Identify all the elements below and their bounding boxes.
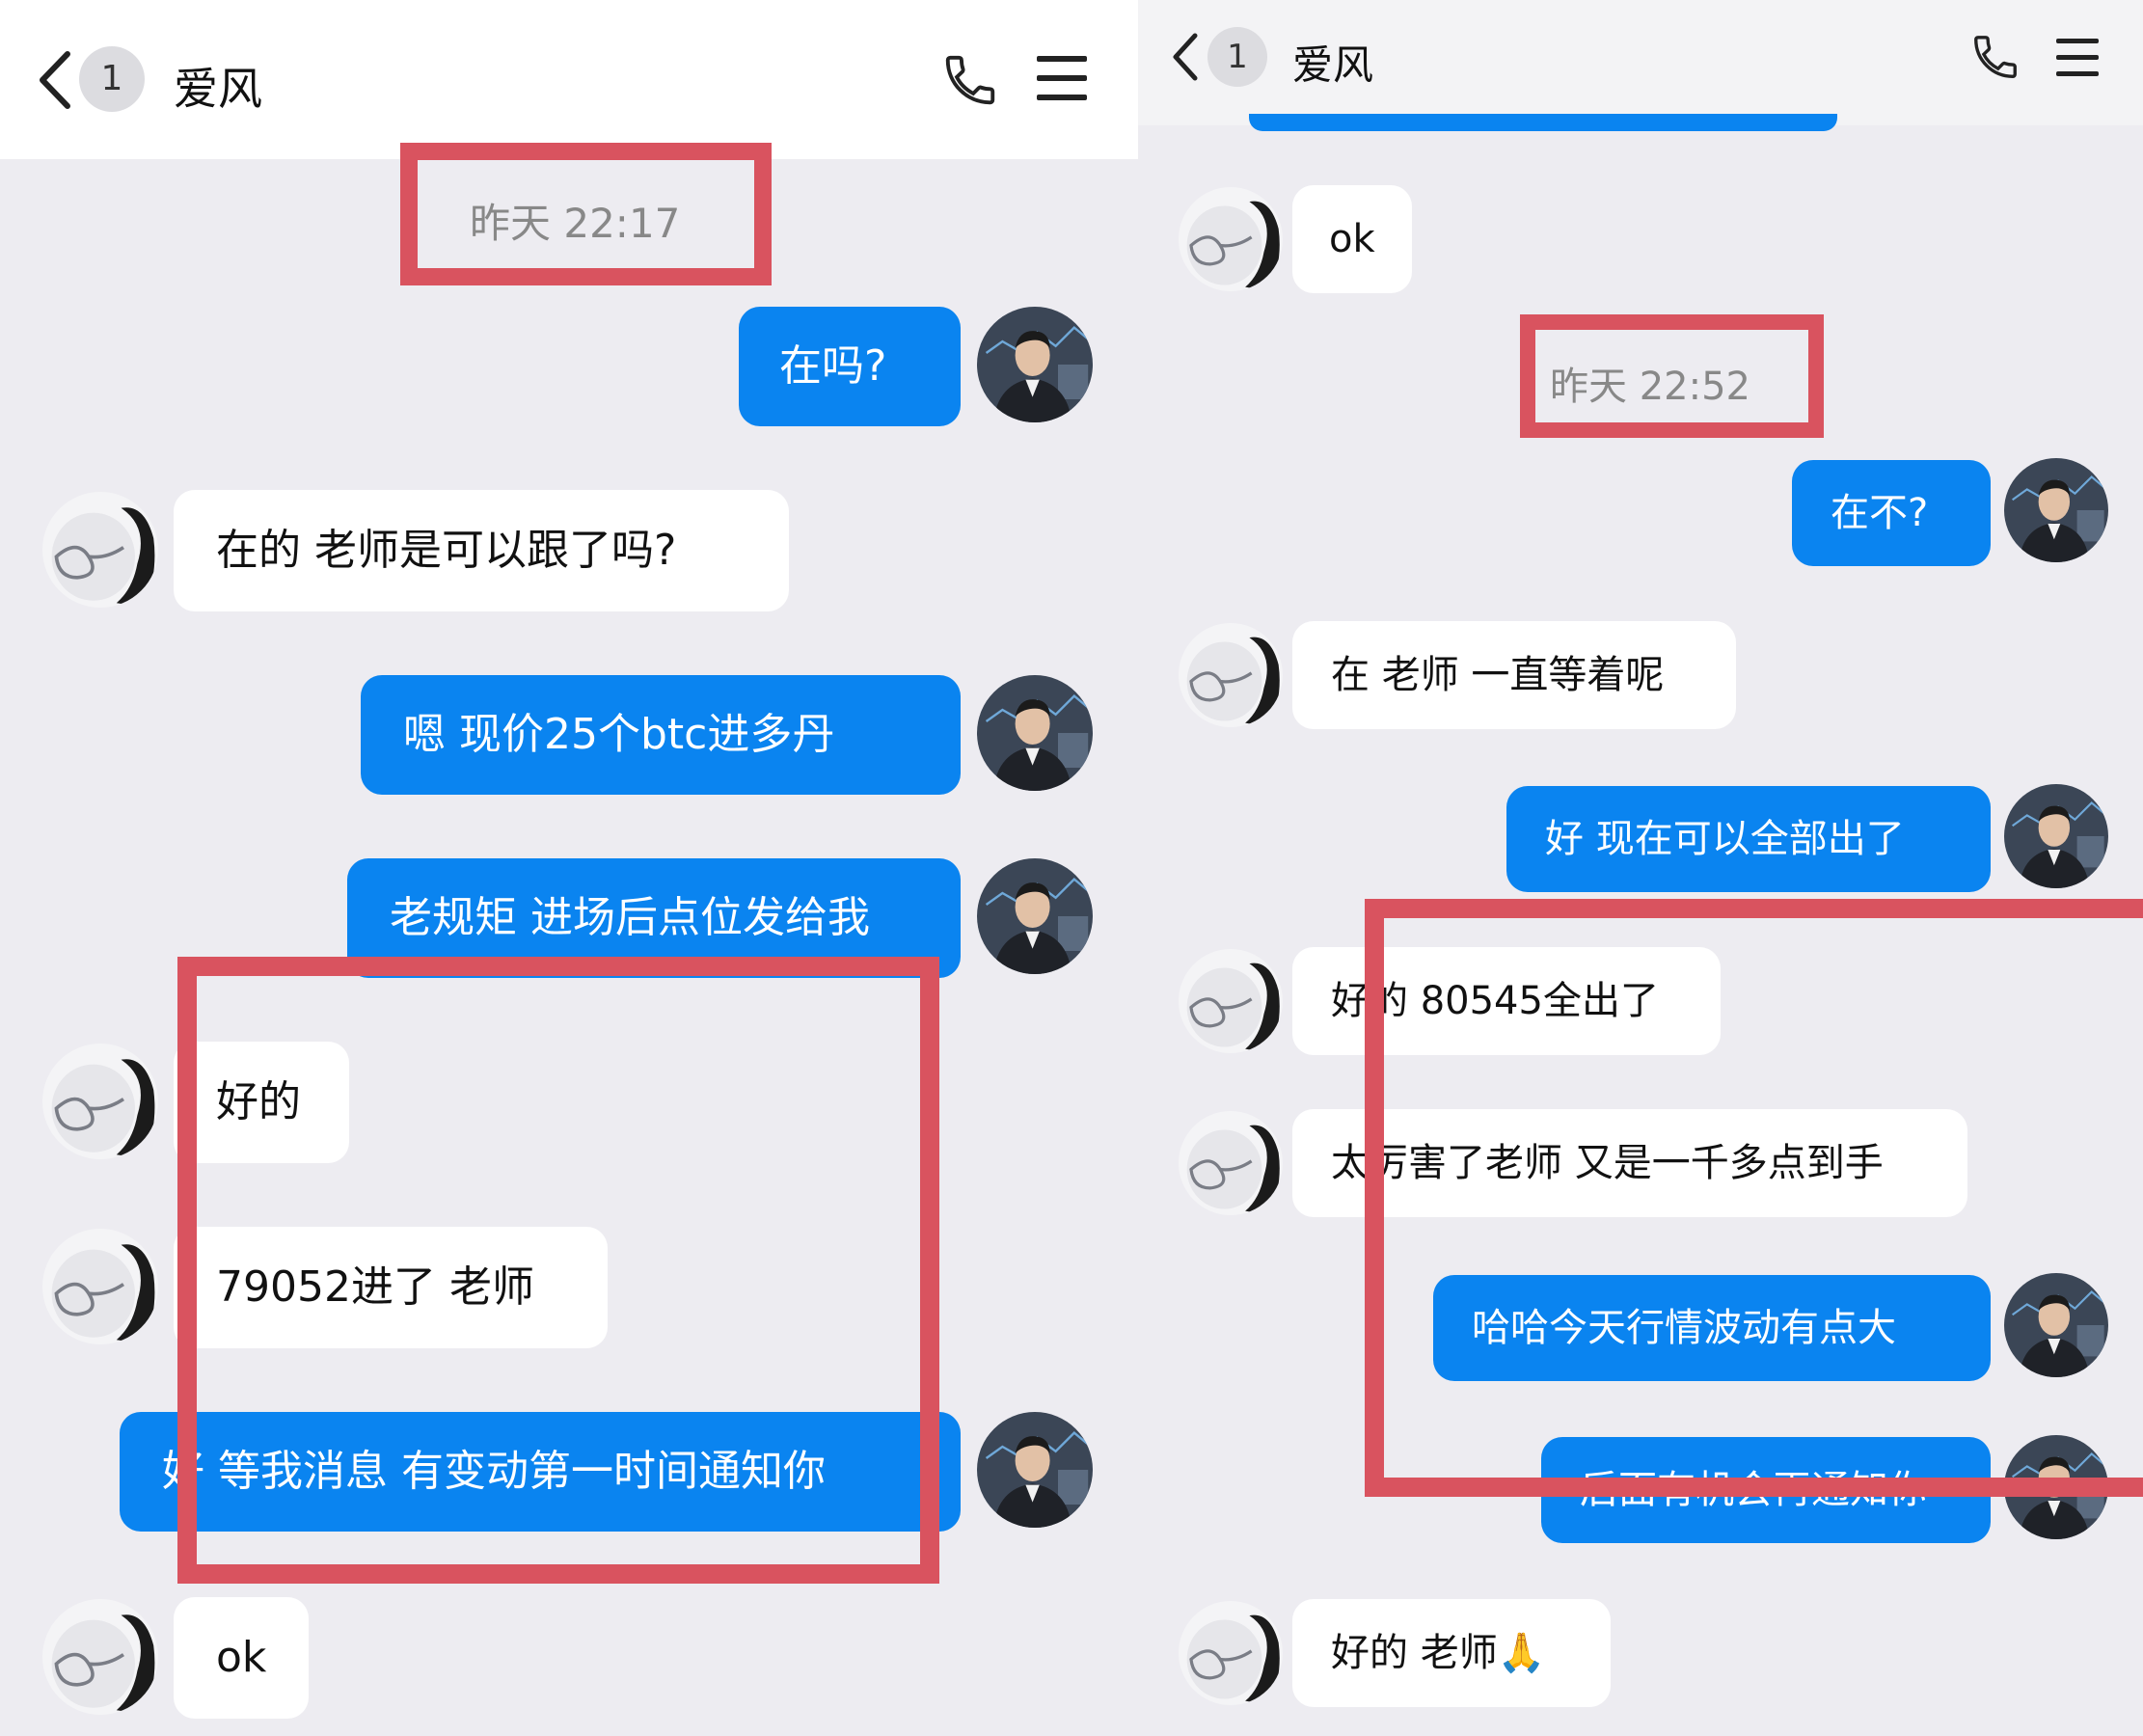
avatar-contact-icon[interactable] (42, 1044, 158, 1159)
received-message-bubble[interactable]: ok (174, 1597, 309, 1719)
received-message-bubble[interactable]: 在的 老师是可以跟了吗? (174, 490, 789, 611)
phone-icon[interactable] (1969, 31, 2021, 83)
avatar-contact-icon[interactable] (1179, 623, 1283, 727)
highlight-box (1520, 314, 1824, 438)
highlight-box (177, 957, 939, 1584)
highlight-box (400, 143, 772, 285)
avatar-contact-icon[interactable] (1179, 1601, 1283, 1705)
avatar-contact-icon[interactable] (42, 1229, 158, 1344)
back-chevron-icon[interactable] (1171, 33, 1200, 81)
avatar-user-icon[interactable] (2004, 458, 2108, 562)
contact-name: 爱风 (174, 63, 262, 115)
chat-header: 1 爱风 (0, 0, 1138, 159)
back-chevron-icon[interactable] (37, 50, 73, 110)
menu-icon[interactable] (2056, 39, 2099, 76)
received-message-bubble[interactable]: 在 老师 一直等着呢 (1292, 621, 1736, 729)
sent-message-bubble[interactable]: 在不? (1792, 460, 1991, 566)
avatar-user-icon[interactable] (2004, 784, 2108, 888)
avatar-user-icon[interactable] (977, 858, 1093, 974)
avatar-user-icon[interactable] (977, 307, 1093, 422)
avatar-user-icon[interactable] (977, 675, 1093, 791)
sent-message-bubble[interactable]: 在吗? (739, 307, 961, 426)
received-message-bubble[interactable]: ok (1292, 185, 1412, 293)
phone-icon[interactable] (940, 50, 1000, 110)
highlight-box (1365, 899, 2143, 1497)
unread-count-badge[interactable]: 1 (79, 46, 145, 112)
menu-icon[interactable] (1037, 56, 1087, 100)
sent-message-bubble[interactable]: 嗯 现价25个btc进多丹 (361, 675, 961, 795)
avatar-contact-icon[interactable] (1179, 949, 1283, 1053)
contact-name: 爱风 (1292, 41, 1374, 89)
avatar-contact-icon[interactable] (42, 1599, 158, 1715)
left-chat-screen: 1 爱风 昨天 22:17 在吗? 在的 老师是可以跟了吗? 嗯 现价25个btc进… (0, 0, 1138, 1736)
chat-header: 1 爱风 (1138, 0, 2143, 125)
avatar-user-icon[interactable] (977, 1412, 1093, 1528)
unread-count-badge[interactable]: 1 (1207, 27, 1267, 87)
previous-message-bubble-edge (1249, 114, 1837, 131)
right-chat-screen: 1 爱风 昨天 22:52 ok 在不? 在 老师 一直等着呢好 现在可以全部出了好… (1138, 0, 2143, 1736)
sent-message-bubble[interactable]: 好 现在可以全部出了 (1506, 786, 1991, 892)
avatar-contact-icon[interactable] (1179, 1111, 1283, 1215)
avatar-contact-icon[interactable] (42, 492, 158, 608)
received-message-bubble[interactable]: 好的 老师🙏 (1292, 1599, 1611, 1707)
avatar-contact-icon[interactable] (1179, 187, 1283, 291)
